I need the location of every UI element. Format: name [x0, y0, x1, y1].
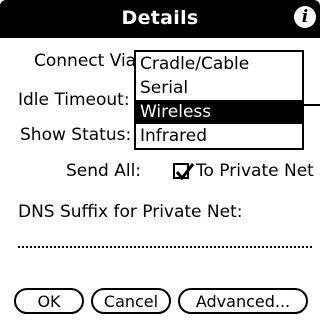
send-all-checkbox[interactable] — [173, 163, 195, 181]
dns-suffix-label: DNS Suffix for Private Net: — [18, 202, 243, 222]
option-infrared[interactable]: Infrared — [136, 124, 302, 148]
page-title: Details — [121, 7, 199, 29]
dropdown-connector-line — [304, 104, 320, 106]
connect-via-label: Connect Via: — [34, 51, 142, 71]
idle-timeout-label: Idle Timeout: — [18, 90, 130, 110]
connect-via-dropdown-list[interactable]: Cradle/Cable Serial Wireless Infrared — [134, 50, 304, 150]
advanced-button[interactable]: Advanced... — [178, 288, 308, 314]
ok-button[interactable]: OK — [14, 288, 84, 314]
option-serial[interactable]: Serial — [136, 76, 302, 100]
option-cradle-cable[interactable]: Cradle/Cable — [136, 52, 302, 76]
checkmark-icon — [175, 163, 195, 181]
title-tab: Details — [0, 0, 320, 36]
title-bar: Details i — [0, 0, 320, 38]
show-status-label: Show Status: — [20, 125, 132, 145]
info-icon[interactable]: i — [294, 6, 316, 28]
option-wireless[interactable]: Wireless — [136, 100, 302, 124]
cancel-button[interactable]: Cancel — [91, 288, 171, 314]
dns-suffix-input[interactable] — [18, 226, 312, 248]
send-all-label: Send All: — [66, 161, 142, 181]
send-all-checkbox-label[interactable]: To Private Net — [196, 161, 314, 181]
